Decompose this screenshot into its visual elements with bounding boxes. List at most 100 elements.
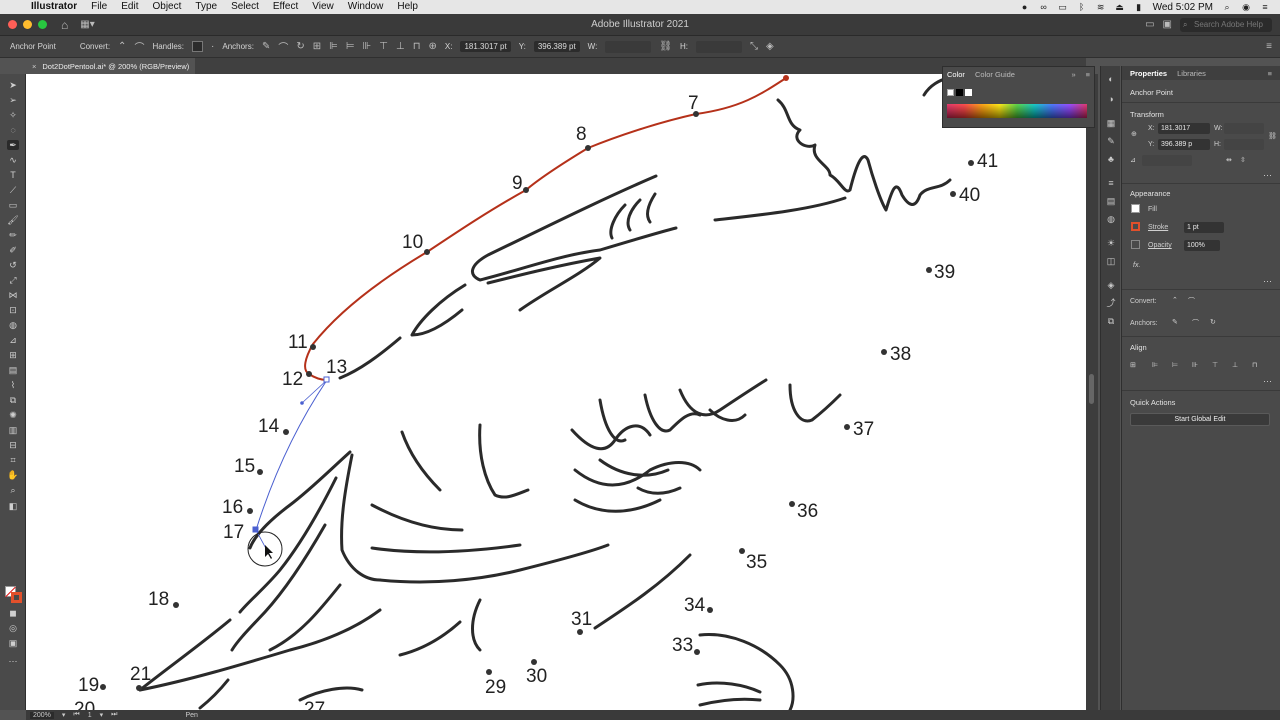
menu-help[interactable]: Help [390,0,425,14]
home-icon[interactable]: ⌂ [61,18,68,32]
control-w-field[interactable] [605,40,652,53]
hand-tool-icon[interactable]: ✋ [7,470,19,480]
props-align-middle-icon[interactable]: ⊥ [1232,361,1238,369]
handles-hide-icon[interactable]: · [211,41,214,52]
workspace-icon[interactable]: ▣ [1163,19,1172,30]
slice-tool-icon[interactable]: ⌗ [7,455,19,465]
props-align-to-icon[interactable]: ⊞ [1130,361,1136,369]
direction-handle-point[interactable] [300,401,304,405]
gradient-tool-icon[interactable]: ▤ [7,365,19,375]
color-mode-icon[interactable]: ◼ [7,608,19,618]
close-tab-icon[interactable]: × [32,62,36,71]
props-align-bottom-icon[interactable]: ⊓ [1252,361,1257,369]
menu-object[interactable]: Object [145,0,188,14]
layers-panel-icon[interactable]: ◈ [1105,280,1117,290]
start-global-edit-button[interactable]: Start Global Edit [1130,413,1270,426]
rotate-field[interactable] [1142,155,1192,166]
menu-view[interactable]: View [305,0,341,14]
pencil-tool-icon[interactable]: ✏ [7,230,19,240]
menu-effect[interactable]: Effect [266,0,305,14]
transform-icon[interactable]: ⤡ [750,41,758,52]
none-swatch[interactable] [947,89,954,96]
remove-anchor-icon[interactable]: ✎ [262,41,270,52]
fx-label[interactable]: fx. [1133,262,1140,269]
props-cut-path-icon[interactable]: ⌒ [1192,318,1199,328]
artboard-nav-icon[interactable]: ⏮ [73,711,79,719]
align-center-icon[interactable]: ⊨ [346,41,355,52]
align-to-icon[interactable]: ⊞ [313,41,321,52]
artwork-svg[interactable] [26,74,1086,710]
scale-tool-icon[interactable]: ⤢ [7,275,19,285]
tab-libraries[interactable]: Libraries [1177,69,1206,78]
align-right-icon[interactable]: ⊪ [363,41,372,52]
opacity-label[interactable]: Opacity [1148,242,1172,249]
zoom-tool-icon[interactable]: ⌕ [7,485,19,495]
menu-select[interactable]: Select [224,0,266,14]
shape-builder-tool-icon[interactable]: ◍ [7,320,19,330]
swatches-panel-icon[interactable]: ▦ [1105,118,1117,128]
user-avatar-icon[interactable]: ◉ [1241,2,1251,12]
isolate-icon[interactable]: ◈ [766,41,774,52]
align-left-icon[interactable]: ⊫ [329,41,338,52]
zoom-window-button[interactable] [38,20,47,29]
props-anchor-options-icon[interactable]: ↻ [1210,318,1216,326]
artboards-panel-icon[interactable]: ⧉ [1105,316,1117,326]
line-tool-icon[interactable]: ⟋ [7,185,19,195]
menu-app-name[interactable]: Illustrator [24,0,84,14]
properties-menu-icon[interactable]: ≡ [1268,69,1272,78]
graphic-styles-panel-icon[interactable]: ◫ [1105,256,1117,266]
screen-icon[interactable]: ▭ [1058,2,1068,12]
appearance-more-icon[interactable]: ⋯ [1263,276,1272,287]
close-window-button[interactable] [8,20,17,29]
menu-file[interactable]: File [84,0,114,14]
record-icon[interactable]: ● [1020,2,1030,12]
fill-label[interactable]: Fill [1148,206,1157,213]
transparency-panel-icon[interactable]: ◍ [1105,214,1117,224]
gradient-panel-icon[interactable]: ▤ [1105,196,1117,206]
white-swatch[interactable] [965,89,972,96]
column-graph-tool-icon[interactable]: ▥ [7,425,19,435]
rotate-tool-icon[interactable]: ↺ [7,260,19,270]
convert-smooth-icon[interactable]: ⌒ [134,39,144,54]
control-x-field[interactable]: 181.3017 pt [460,41,511,52]
appearance-panel-icon[interactable]: ☀ [1105,238,1117,248]
traced-path[interactable] [304,77,787,381]
draw-mode-icon[interactable]: ◎ [7,623,19,633]
align-more-icon[interactable]: ⋯ [1263,376,1272,387]
stroke-panel-icon[interactable]: ≡ [1105,178,1117,188]
scrollbar-thumb[interactable] [1089,374,1094,404]
reference-point-icon[interactable]: ⊕ [429,41,437,52]
curvature-tool-icon[interactable]: ∿ [7,155,19,165]
props-align-right-icon[interactable]: ⊪ [1192,361,1198,369]
eject-icon[interactable]: ⏏ [1115,2,1125,12]
artboard-tool-icon[interactable]: ⊟ [7,440,19,450]
width-tool-icon[interactable]: ⋈ [7,290,19,300]
wifi-icon[interactable]: ≋ [1096,2,1106,12]
control-y-field[interactable]: 396.389 pt [533,41,580,52]
artboard-number-field[interactable]: 1 [88,712,92,719]
arrange-documents-icon[interactable]: ▭ [1145,19,1154,30]
symbols-panel-icon[interactable]: ♣ [1105,154,1117,164]
menubar-clock[interactable]: Wed 5:02 PM [1153,2,1213,13]
fill-stroke-swatches[interactable] [5,586,23,604]
export-panel-icon[interactable]: ⤴ [1105,298,1117,308]
artboard-dropdown-icon[interactable]: ▾ [100,711,104,719]
blend-tool-icon[interactable]: ⧉ [7,395,19,405]
bluetooth-icon[interactable]: ᛒ [1077,2,1087,12]
magic-wand-tool-icon[interactable]: ✧ [7,110,19,120]
paintbrush-tool-icon[interactable]: 🖌︎ [7,215,19,225]
tab-color[interactable]: Color [947,70,965,79]
panel-menu-icon[interactable]: ≡ [1266,41,1272,52]
rotate-angle-icon[interactable]: ⊿ [1130,156,1136,164]
battery-icon[interactable]: ▮ [1134,2,1144,12]
notification-center-icon[interactable]: ≡ [1260,2,1270,12]
stroke-color-swatch[interactable] [1131,222,1140,231]
flip-horizontal-icon[interactable]: ⇹ [1226,156,1232,164]
vertical-scrollbar[interactable] [1086,74,1098,710]
cut-path-icon[interactable]: ⌒ [278,39,288,54]
constrain-link-icon[interactable]: ⛓ [1268,132,1277,140]
menu-type[interactable]: Type [188,0,224,14]
control-h-field[interactable] [696,40,743,53]
props-w-field[interactable] [1224,123,1264,134]
color-panel-icon[interactable]: ◐ [1105,74,1117,84]
